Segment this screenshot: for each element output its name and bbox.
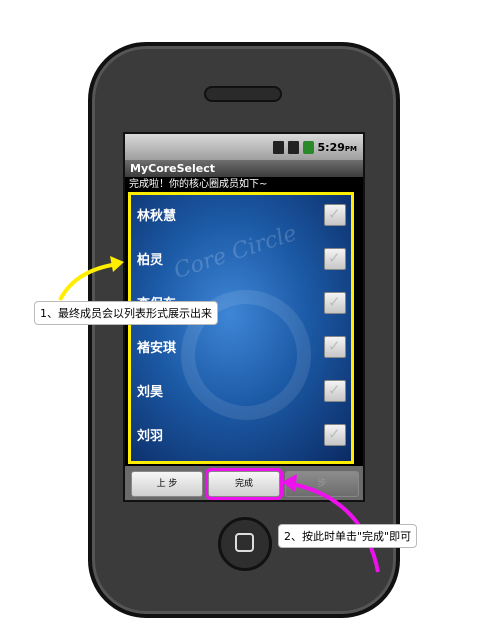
home-square-icon bbox=[235, 533, 254, 552]
member-name: 刘昊 bbox=[137, 385, 164, 400]
sim-icon bbox=[272, 140, 284, 154]
next-step-button[interactable]: 步 bbox=[285, 471, 359, 497]
button-bar: 上 步 完成 步 bbox=[125, 466, 363, 500]
member-name: 刘羽 bbox=[137, 429, 164, 444]
list-item[interactable]: 林秋慧 bbox=[131, 195, 351, 235]
screen-subtitle: 完成啦！你的核心圈成员如下~ bbox=[129, 179, 268, 190]
member-checkbox[interactable] bbox=[324, 424, 346, 446]
member-name: 褚安琪 bbox=[137, 341, 177, 356]
member-list: Core Circle 林秋慧 柏灵 李保东 褚安琪 刘昊 刘羽 bbox=[128, 192, 354, 464]
member-checkbox[interactable] bbox=[324, 292, 346, 314]
phone-speaker bbox=[204, 86, 282, 102]
status-time: 5:29PM bbox=[317, 140, 357, 154]
annotation-note-1: 1、最终成员会以列表形式展示出来 bbox=[34, 301, 218, 325]
finish-button[interactable]: 完成 bbox=[205, 468, 283, 500]
member-name: 柏灵 bbox=[137, 253, 164, 268]
member-checkbox[interactable] bbox=[324, 248, 346, 270]
prev-step-button[interactable]: 上 步 bbox=[131, 471, 203, 497]
member-checkbox[interactable] bbox=[324, 380, 346, 402]
home-button[interactable] bbox=[218, 517, 272, 571]
signal-icon bbox=[287, 140, 299, 154]
annotation-note-2: 2、按此时单击"完成"即可 bbox=[278, 524, 418, 548]
member-name: 林秋慧 bbox=[137, 209, 177, 224]
battery-icon bbox=[302, 140, 314, 154]
list-item[interactable]: 刘羽 bbox=[131, 415, 351, 455]
list-item[interactable]: 刘昊 bbox=[131, 371, 351, 411]
app-title: MyCoreSelect bbox=[125, 160, 363, 177]
member-checkbox[interactable] bbox=[324, 336, 346, 358]
list-item[interactable]: 褚安琪 bbox=[131, 327, 351, 367]
list-item[interactable]: 柏灵 bbox=[131, 239, 351, 279]
status-bar: 5:29PM bbox=[125, 134, 363, 160]
member-checkbox[interactable] bbox=[324, 204, 346, 226]
